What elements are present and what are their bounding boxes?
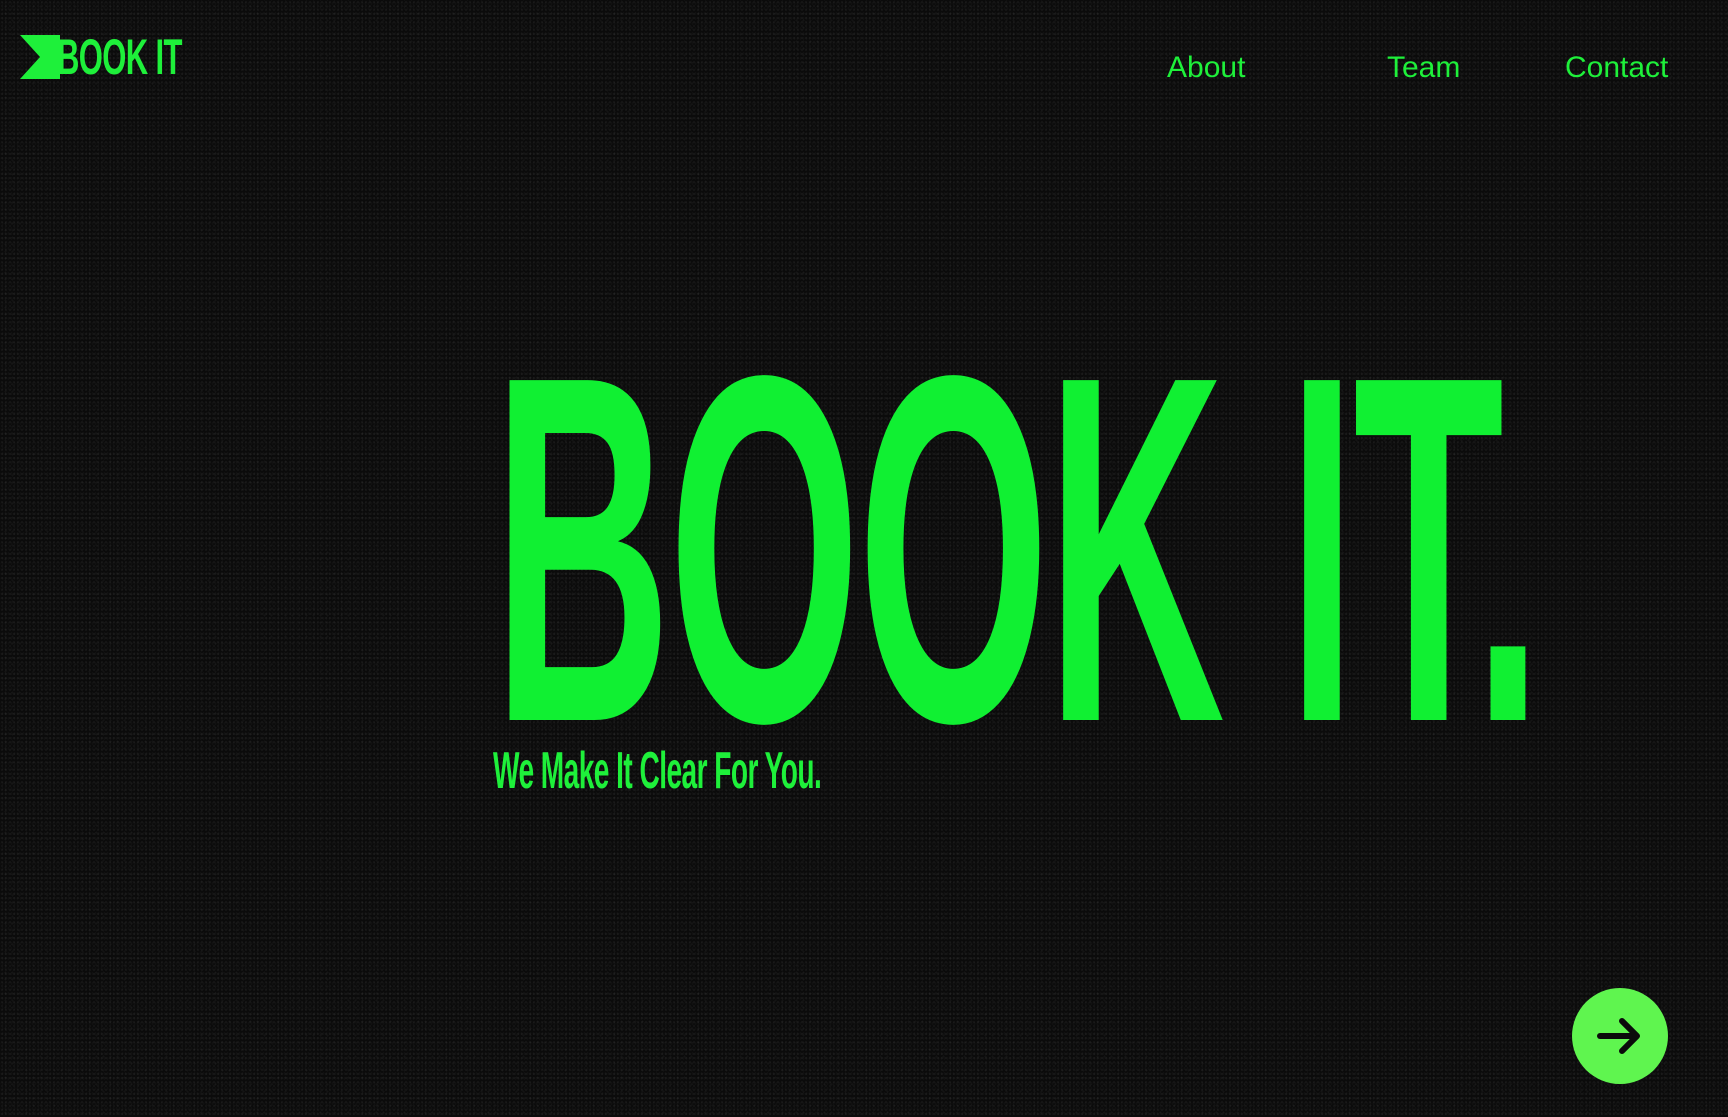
- hero-title: BOOK IT.: [493, 273, 1542, 825]
- nav-link-contact[interactable]: Contact: [1565, 48, 1668, 88]
- arrow-right-icon: [1597, 1018, 1640, 1054]
- hero-tagline: We Make It Clear For You.: [493, 742, 822, 800]
- hero: BOOK IT. We Make It Clear For You.: [493, 273, 1728, 825]
- main-nav: About Team Contact: [0, 48, 1728, 88]
- nav-link-about[interactable]: About: [1167, 48, 1245, 88]
- nav-link-team[interactable]: Team: [1387, 48, 1460, 88]
- next-button[interactable]: [1572, 988, 1668, 1084]
